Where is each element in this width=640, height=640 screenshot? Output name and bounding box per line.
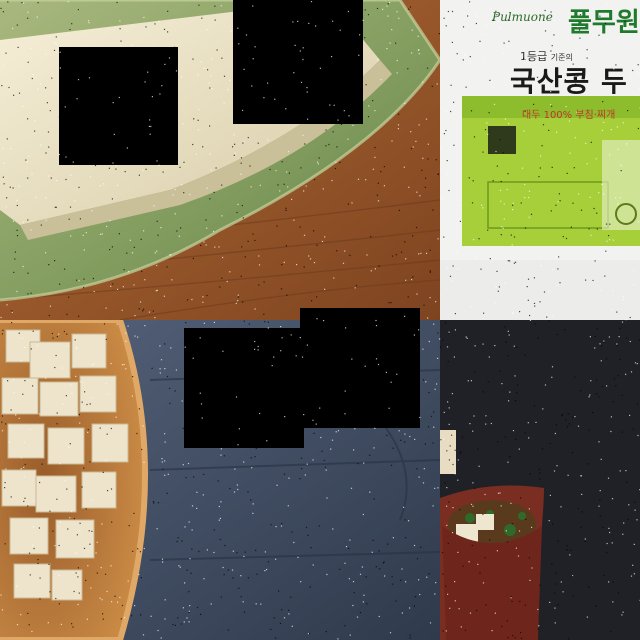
product-name-label: 국산콩 두: [510, 65, 628, 98]
redaction-block: [59, 47, 178, 165]
redaction-block: [184, 328, 304, 448]
redaction-block: [233, 0, 363, 124]
tofu-package-photo: Pulmuone 풀무원 1등급 기준의 국산콩 두 대두 100% 부침·찌개: [440, 0, 640, 320]
image-collage: Pulmuone 풀무원 1등급 기준의 국산콩 두 대두 100% 부침·찌개: [0, 0, 640, 640]
redaction-block: [300, 308, 420, 428]
brand-ko-label: 풀무원: [568, 8, 640, 38]
product-subtitle: 대두 100% 부침·찌개: [522, 110, 616, 121]
tofu-soup-cup-photo: [440, 320, 640, 640]
brand-en-label: Pulmuone: [492, 10, 553, 24]
